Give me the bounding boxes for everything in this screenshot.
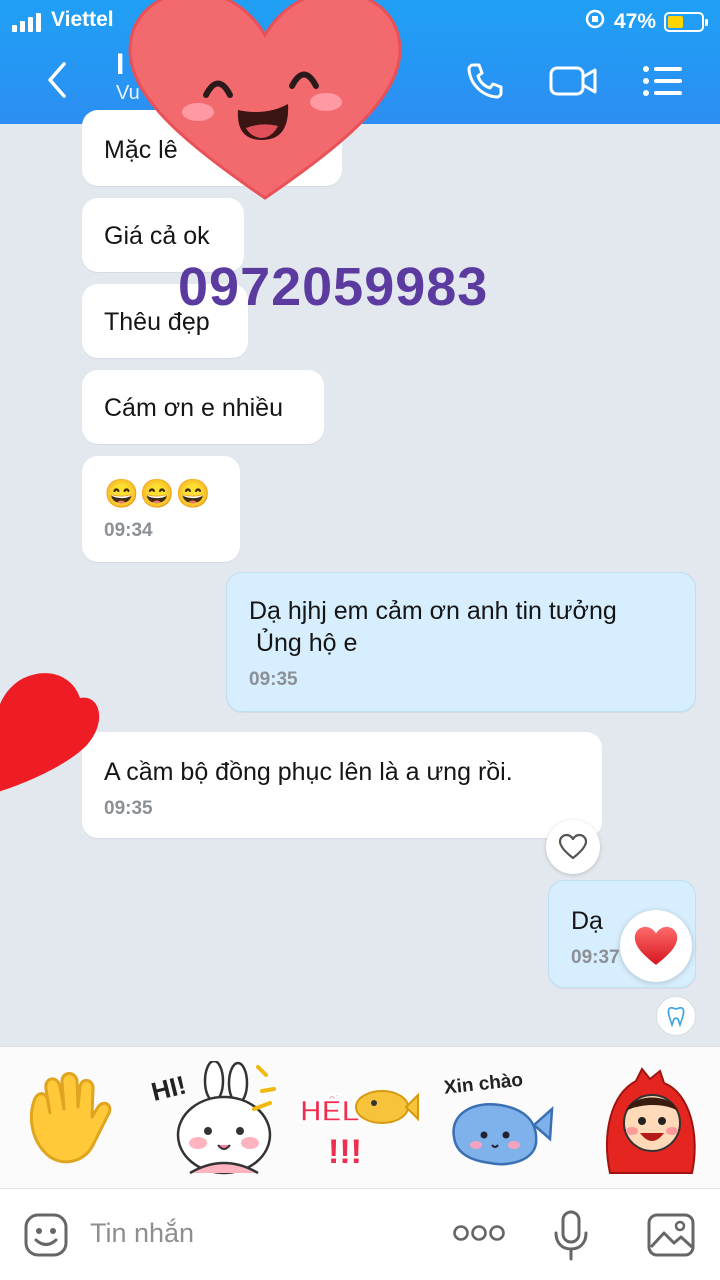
more-dots-icon	[453, 1225, 505, 1241]
video-call-icon	[549, 66, 597, 96]
react-button[interactable]	[546, 820, 600, 874]
sticker-suggestions: HI! HẾL !!! Xin chào	[0, 1046, 720, 1188]
bunny-hi-sticker[interactable]: HI!	[148, 1059, 280, 1186]
waving-hand-sticker[interactable]	[20, 1067, 124, 1176]
photo-picker-button[interactable]	[646, 1211, 696, 1264]
message-time: 09:35	[104, 798, 153, 819]
battery-percent: 47%	[613, 10, 656, 33]
hello-fish-sticker[interactable]: HẾL !!!	[296, 1077, 420, 1178]
message-input[interactable]	[90, 1207, 420, 1259]
message-text: Giá cả ok	[104, 222, 210, 250]
sticker-smiley-icon	[24, 1213, 68, 1257]
options-menu-button[interactable]	[640, 60, 686, 107]
heart-outline-icon	[558, 833, 588, 860]
phone-call-icon	[467, 63, 503, 99]
message-text-line: Dạ hjhj em cảm ơn anh tin tưởng	[249, 597, 617, 625]
back-button[interactable]	[40, 60, 74, 100]
svg-text:!!!: !!!	[328, 1133, 362, 1171]
heart-reaction[interactable]	[620, 910, 692, 982]
smiling-heart-sticker	[120, 0, 410, 215]
xin-chao-whale-sticker[interactable]: Xin chào	[440, 1065, 556, 1180]
menu-list-icon	[643, 66, 682, 96]
carrier-info: Viettel	[12, 8, 114, 32]
video-call-button[interactable]	[548, 60, 598, 107]
more-options-button[interactable]	[452, 1219, 506, 1252]
sticker-text-hi: HI!	[150, 1070, 189, 1107]
message-text-line: Ủng hộ e	[249, 629, 358, 657]
message-incoming[interactable]: A cầm bộ đồng phục lên là a ưng rồi. 09:…	[82, 732, 602, 838]
microphone-icon	[554, 1210, 588, 1261]
message-composer	[0, 1188, 720, 1280]
message-incoming[interactable]: Cám ơn e nhiều	[82, 370, 324, 444]
status-right: 47%	[584, 8, 708, 36]
seen-avatar	[656, 996, 696, 1036]
message-time: 09:35	[249, 669, 298, 690]
red-heart-icon	[634, 926, 678, 965]
signal-icon	[12, 12, 41, 32]
message-incoming[interactable]: 😄😄😄 09:34	[82, 456, 240, 562]
message-text: Cám ơn e nhiều	[104, 394, 283, 422]
rotation-lock-icon	[584, 8, 606, 36]
image-gallery-icon	[647, 1213, 695, 1257]
tooth-logo-icon	[667, 1006, 685, 1028]
phone-number-watermark: 0972059983	[178, 257, 489, 317]
battery-icon	[664, 12, 708, 32]
emoji-button[interactable]	[22, 1211, 70, 1264]
message-outgoing[interactable]: Dạ hjhj em cảm ơn anh tin tưởng Ủng hộ e…	[226, 572, 696, 712]
sticker-text-hello: HẾL	[300, 1094, 360, 1128]
carrier-name: Viettel	[51, 8, 114, 31]
message-text: A cầm bộ đồng phục lên là a ưng rồi.	[104, 758, 513, 786]
voice-call-button[interactable]	[464, 60, 506, 107]
red-costume-kid-sticker[interactable]	[596, 1065, 706, 1180]
red-heart-sticker	[0, 664, 102, 805]
emoji-message: 😄😄😄	[104, 478, 212, 509]
back-chevron-icon	[48, 62, 66, 98]
voice-record-button[interactable]	[552, 1209, 590, 1268]
sticker-text-xin-chao: Xin chào	[443, 1070, 524, 1099]
message-time: 09:34	[104, 520, 153, 541]
